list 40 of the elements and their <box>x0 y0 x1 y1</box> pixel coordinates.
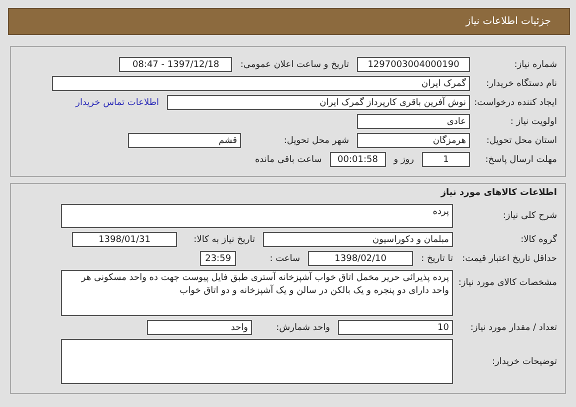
goods-group-field: مبلمان و دکوراسیون <box>263 232 453 247</box>
field-label: واحد شمارش: <box>275 322 330 332</box>
field-label: توضیحات خریدار: <box>490 356 558 366</box>
field-label: ساعت باقی مانده <box>254 154 322 164</box>
city-field: قشم <box>128 133 241 148</box>
need-date-field: 1398/01/31 <box>72 232 177 247</box>
field-label: شهر محل تحویل: <box>282 136 349 146</box>
field-label: تاریخ و ساعت اعلان عمومی: <box>240 60 349 70</box>
general-description-field: پرده <box>61 204 453 228</box>
specs-field: پرده پذیرائی حریر مخمل اتاق خواب آشپزخانه آستری طبق فایل پیوست جهت ده واحد مسکونی هر واحد دارای دو پنجره و یک بالکن در سالن و یک آشپزخانه و دو اتاق خواب <box>61 270 453 316</box>
field-label: تاریخ نیاز به کالا: <box>192 234 255 244</box>
buyer-contact-link[interactable]: اطلاعات تماس خریدار <box>76 98 159 108</box>
section-title: اطلاعات کالاهای مورد نیاز <box>440 188 558 198</box>
validity-date-field: 1398/02/10 <box>308 251 414 266</box>
field-label: شرح کلی نیاز: <box>502 211 558 221</box>
quantity-field: 10 <box>338 320 453 335</box>
field-label: استان محل تحویل: <box>485 136 558 146</box>
priority-field: عادی <box>357 114 470 129</box>
field-label: مهلت ارسال پاسخ: <box>484 154 558 164</box>
field-label: اولویت نیاز : <box>509 116 558 126</box>
requester-field: نوش آفرین باقری کارپرداز گمرک ایران <box>167 95 470 110</box>
need-number-field: 1297003004000190 <box>357 57 470 72</box>
field-label: شماره نیاز: <box>513 60 558 70</box>
page-title: جزئیات اطلاعات نیاز <box>466 16 551 27</box>
field-label: ساعت : <box>268 254 300 264</box>
field-label: نام دستگاه خریدار: <box>485 78 558 88</box>
days-field: 1 <box>422 152 470 167</box>
field-label: حداقل تاریخ اعتبار قیمت: <box>461 254 558 264</box>
field-label: مشخصات کالای مورد نیاز: <box>457 278 558 288</box>
province-field: هرمزگان <box>357 133 470 148</box>
buyer-org-field: گمرک ایران <box>52 76 470 91</box>
validity-time-field: 23:59 <box>200 251 236 266</box>
announce-date-field: 1397/12/18 - 08:47 <box>119 57 232 72</box>
field-label: تعداد / مقدار مورد نیاز: <box>469 322 558 332</box>
field-label: روز و <box>394 154 414 164</box>
field-label: ایجاد کننده درخواست: <box>473 98 558 108</box>
time-field: 00:01:58 <box>330 152 386 167</box>
field-label: تا تاریخ : <box>421 254 453 264</box>
field-label: گروه کالا: <box>520 234 558 244</box>
unit-field: واحد <box>147 320 252 335</box>
